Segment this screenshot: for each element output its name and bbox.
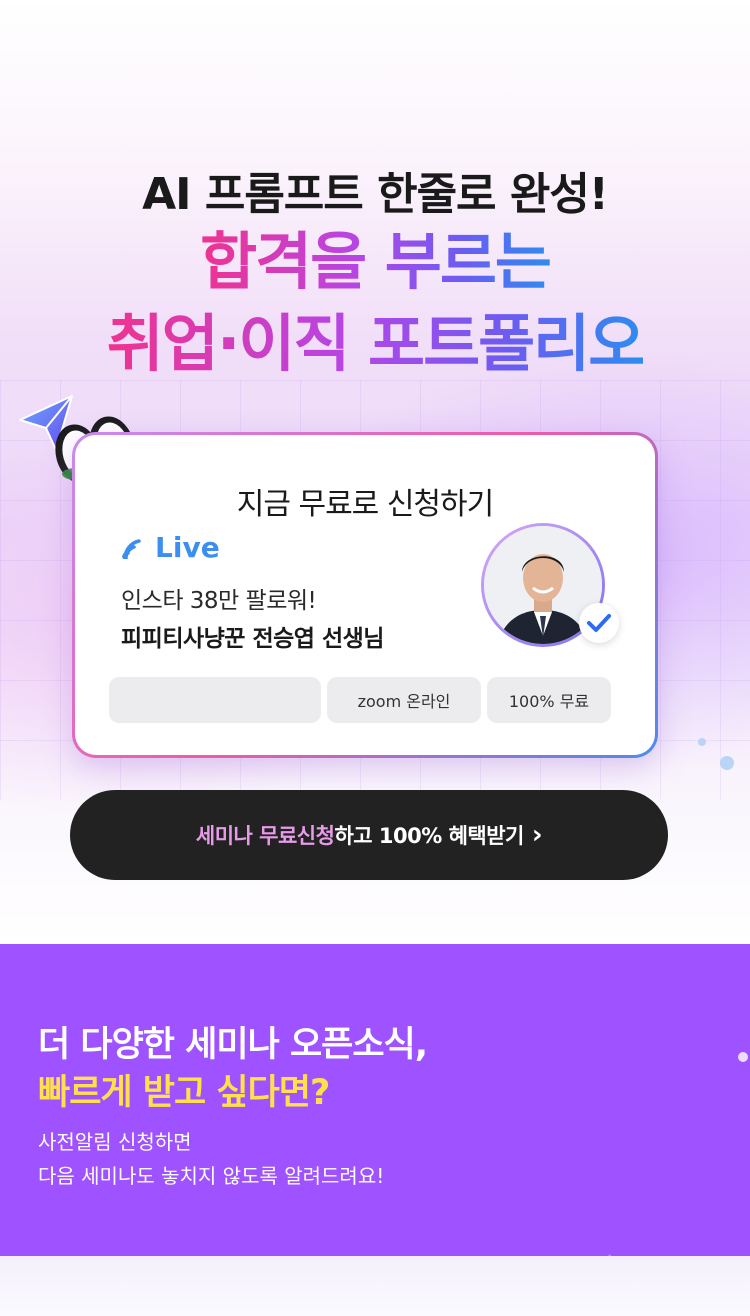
instructor-name: 피피티사냥꾼 전승엽 선생님: [121, 626, 384, 652]
info-pill-free: 100% 무료: [487, 677, 611, 723]
notification-promo-section[interactable]: 더 다양한 세미나 오픈소식, 빠르게 받고 싶다면? 사전알림 신청하면 다음…: [0, 944, 750, 1256]
info-pill-zoom: zoom 온라인: [327, 677, 481, 723]
cta-highlight: 세미나 무료신청: [195, 824, 335, 848]
promo-highlight: 빠르게 받고 싶다면?: [38, 1073, 330, 1113]
promo-subtitle-1: 사전알림 신청하면: [38, 1130, 192, 1154]
live-signal-icon: [122, 538, 141, 559]
decor-dot: [698, 738, 706, 746]
headline-line2: 합격을 부르는: [200, 225, 552, 298]
promo-title: 더 다양한 세미나 오픈소식,: [38, 1025, 428, 1065]
signup-card[interactable]: 지금 무료로 신청하기 Live 인스타 38만 팔로워! 피피티사냥꾼 전승엽…: [72, 432, 658, 758]
verified-check-icon: [587, 614, 611, 632]
headline-line1: AI 프롬프트 한줄로 완성!: [142, 169, 609, 220]
chevron-right-icon: ›: [531, 820, 543, 850]
hero-section: AI 프롬프트 한줄로 완성! 합격을 부르는 취업·이직 포트폴리오 지금 무…: [0, 0, 750, 944]
decor-dot: [738, 1052, 748, 1062]
decor-arc: [560, 984, 750, 1256]
verified-badge: [579, 603, 619, 643]
footer-strip: [0, 1256, 750, 1316]
info-pill-empty: [109, 677, 321, 723]
cta-text: 하고 100% 혜택받기: [334, 824, 524, 848]
live-indicator: Live: [121, 531, 220, 564]
instructor-followers: 인스타 38만 팔로워!: [121, 588, 317, 614]
decor-dot: [720, 756, 734, 770]
headline-line3: 취업·이직 포트폴리오: [106, 307, 645, 380]
card-title: 지금 무료로 신청하기: [236, 487, 494, 522]
promo-subtitle-2: 다음 세미나도 놓치지 않도록 알려드려요!: [38, 1164, 385, 1188]
live-label: Live: [155, 531, 220, 564]
seminar-signup-button[interactable]: 세미나 무료신청 하고 100% 혜택받기 ›: [70, 790, 668, 880]
